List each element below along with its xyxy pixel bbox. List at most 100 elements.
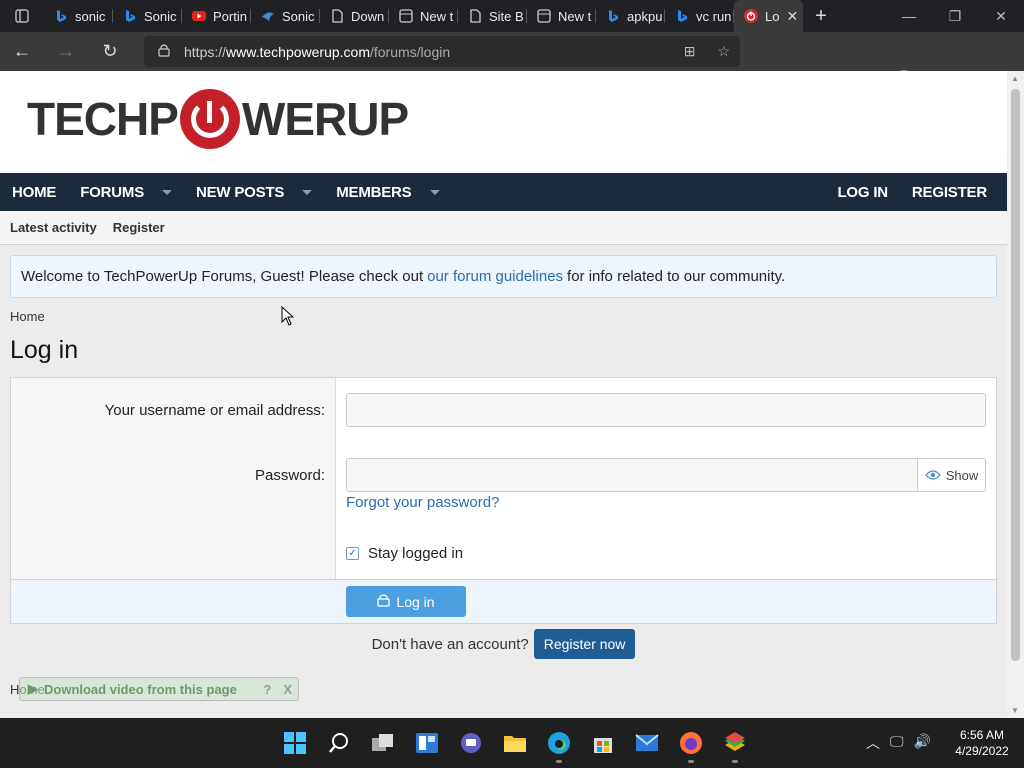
tab-label: New t (420, 8, 454, 24)
search-icon[interactable] (323, 728, 355, 758)
widgets-icon[interactable] (411, 728, 443, 758)
tab-generic-icon (261, 9, 275, 23)
log-in-label: Log in (396, 593, 435, 610)
browser-tab[interactable]: sonic (44, 0, 113, 32)
tab-actions-icon[interactable] (0, 0, 44, 32)
browser-tab[interactable]: New t (389, 0, 458, 32)
subnav-register[interactable]: Register (113, 220, 165, 235)
browser-tab[interactable]: Sonic (251, 0, 320, 32)
bing-icon (675, 9, 689, 23)
youtube-icon (192, 9, 206, 23)
teams-chat-icon[interactable] (455, 728, 487, 758)
url-prefix: https:// (184, 43, 227, 60)
chevron-down-icon[interactable] (429, 189, 440, 195)
breadcrumb[interactable]: Home (10, 309, 997, 324)
site-header: TECHP WERUP (0, 71, 1007, 173)
minimize-icon[interactable]: — (886, 8, 932, 25)
back-icon[interactable]: ← (0, 41, 44, 62)
subnav-latest-activity[interactable]: Latest activity (10, 220, 97, 235)
bluestacks-icon[interactable] (719, 728, 751, 763)
browser-tab[interactable]: apkpu (596, 0, 665, 32)
chevron-up-icon[interactable]: ︿ (866, 733, 880, 753)
clock-date: 4/29/2022 (955, 744, 1009, 758)
username-field[interactable] (346, 393, 986, 427)
network-icon[interactable]: 🖵 (890, 733, 904, 753)
notice-text: Welcome to TechPowerUp Forums, Guest! Pl… (21, 268, 424, 285)
close-window-icon[interactable]: ✕ (978, 8, 1024, 25)
newtab-icon (399, 9, 413, 23)
help-icon[interactable]: ? (263, 682, 271, 697)
forum-guidelines-link[interactable]: our forum guidelines (427, 268, 563, 285)
tab-label: vc run (696, 8, 732, 24)
close-overlay-icon[interactable]: X (283, 682, 292, 697)
restore-icon[interactable]: ❐ (932, 8, 978, 25)
page-title: Log in (10, 336, 79, 364)
nav-new-posts[interactable]: NEW POSTS (184, 184, 324, 201)
file-explorer-icon[interactable] (499, 728, 531, 758)
register-now-button[interactable]: Register now (533, 629, 636, 659)
password-field[interactable]: Show (346, 458, 986, 492)
app-available-icon[interactable]: ⊞ (684, 43, 696, 60)
page-icon (468, 9, 482, 23)
task-view-icon[interactable] (367, 728, 399, 758)
forgot-password-link[interactable]: Forgot your password? (346, 494, 499, 511)
refresh-icon[interactable]: ↻ (88, 41, 132, 62)
firefox-icon[interactable] (675, 728, 707, 763)
eye-icon (924, 468, 941, 483)
new-tab-icon[interactable]: + (803, 5, 839, 28)
web-page: TECHP WERUP HOME FORUMS NEW POSTS MEMBER… (0, 71, 1007, 718)
guest-notice: Welcome to TechPowerUp Forums, Guest! Pl… (10, 255, 997, 298)
download-video-overlay[interactable]: ▶ Download video from this page ? X (19, 677, 299, 701)
favorite-add-icon[interactable]: ☆ (717, 43, 730, 60)
store-icon[interactable] (587, 728, 619, 758)
taskbar-clock[interactable]: 6:56 AM 4/29/2022 (944, 727, 1020, 759)
browser-tab[interactable]: Site B (458, 0, 527, 32)
nav-register[interactable]: REGISTER (900, 184, 1007, 201)
nav-members[interactable]: MEMBERS (324, 184, 451, 201)
show-password-button[interactable]: Show (917, 459, 985, 491)
tab-label: New t (558, 8, 592, 24)
clock-time: 6:56 AM (959, 728, 1005, 742)
scroll-up-icon[interactable]: ▲ (1011, 74, 1019, 83)
nav-log-in[interactable]: LOG IN (825, 184, 899, 201)
chevron-down-icon[interactable] (162, 189, 172, 195)
nav-home[interactable]: HOME (0, 184, 68, 201)
browser-tab[interactable]: vc run (665, 0, 734, 32)
browser-tab[interactable]: New t (527, 0, 596, 32)
scroll-down-icon[interactable]: ▼ (1011, 706, 1019, 715)
volume-icon[interactable]: 🔊 (914, 733, 931, 753)
browser-tab-active[interactable]: Lo ✕ (734, 0, 803, 32)
show-label: Show (945, 467, 979, 483)
windows-taskbar: ︿ 🖵 🔊 6:56 AM 4/29/2022 (0, 718, 1024, 768)
stay-logged-in-checkbox[interactable]: ✓ Stay logged in (346, 545, 463, 562)
mail-icon[interactable] (631, 728, 663, 758)
lock-icon[interactable] (158, 43, 170, 60)
register-prompt: Don't have an account? (371, 635, 529, 653)
chevron-down-icon[interactable] (302, 189, 313, 195)
close-tab-icon[interactable]: ✕ (786, 8, 798, 25)
logo-text-right: WERUP (241, 93, 409, 145)
tab-label: Lo (765, 8, 780, 24)
newtab-icon (537, 9, 551, 23)
log-in-button[interactable]: Log in (346, 586, 466, 617)
scrollbar-thumb[interactable] (1011, 89, 1020, 661)
tab-label: apkpu (627, 8, 663, 24)
form-footer: Log in (11, 579, 996, 623)
techpowerup-logo[interactable]: TECHP WERUP (27, 89, 409, 149)
page-scrollbar[interactable]: ▲ ▼ (1007, 71, 1024, 718)
url-host: www.techpowerup.com (226, 43, 370, 60)
browser-tab[interactable]: Sonic (113, 0, 182, 32)
username-label: Your username or email address: (104, 402, 325, 419)
edge-icon[interactable] (543, 728, 575, 763)
page-icon (330, 9, 344, 23)
download-video-label[interactable]: Download video from this page (44, 682, 237, 697)
browser-tab[interactable]: Portin (182, 0, 251, 32)
address-bar[interactable]: https://www.techpowerup.com/forums/login… (144, 36, 740, 67)
form-label-column: Your username or email address: Password… (11, 378, 336, 581)
checkbox-checked-icon[interactable]: ✓ (346, 547, 359, 560)
forward-icon[interactable]: → (44, 41, 88, 62)
start-icon[interactable] (279, 728, 311, 758)
login-form: Your username or email address: Password… (10, 377, 997, 624)
browser-tab[interactable]: Down (320, 0, 389, 32)
nav-forums[interactable]: FORUMS (68, 184, 184, 201)
